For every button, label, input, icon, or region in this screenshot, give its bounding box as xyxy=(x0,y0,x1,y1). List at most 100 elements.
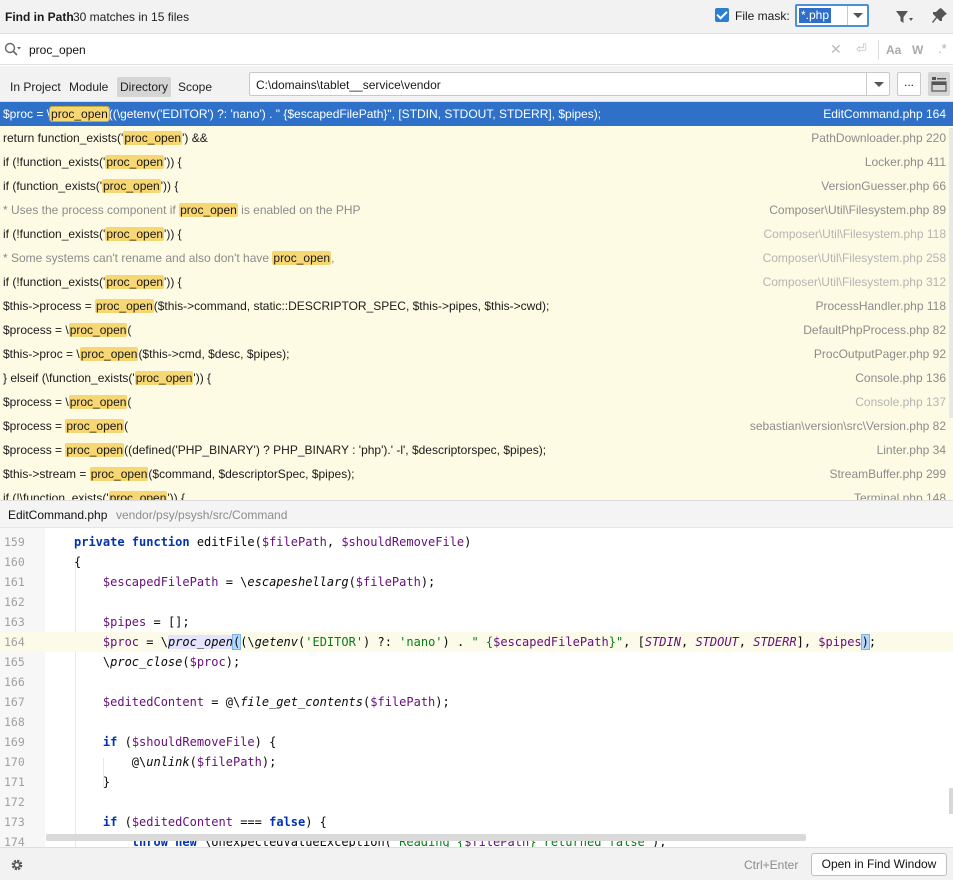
result-code: if (!function_exists('proc_open')) { xyxy=(3,222,182,246)
editor-horizontal-scrollbar[interactable] xyxy=(46,834,806,841)
result-row[interactable]: if (function_exists('proc_open')) {Versi… xyxy=(0,174,953,198)
result-file: Linter.php 34 xyxy=(876,443,946,457)
result-row[interactable]: $this->stream = proc_open($command, $des… xyxy=(0,462,953,486)
browse-button[interactable]: ... xyxy=(897,72,921,96)
line-number: 171 xyxy=(4,775,25,789)
result-row[interactable]: return function_exists('proc_open') && Pa… xyxy=(0,126,953,150)
preview-header: EditCommand.php vendor/psy/psysh/src/Com… xyxy=(0,500,953,528)
result-code-suffix: ($this->cmd, $desc, $pipes); xyxy=(138,347,290,361)
tab-in-project[interactable]: In Project xyxy=(7,77,64,97)
chevron-down-icon[interactable] xyxy=(853,13,863,18)
result-code-prefix: $process = \ xyxy=(3,395,69,409)
filter-icon[interactable] xyxy=(895,9,913,25)
line-number: 174 xyxy=(4,835,25,847)
result-file: Console.php 137 xyxy=(855,395,946,409)
result-code-prefix: $proc = \ xyxy=(3,107,51,121)
file-mask-checkbox[interactable] xyxy=(715,8,729,22)
find-header: Find in Path 30 matches in 15 files File… xyxy=(0,0,953,34)
line-number: 169 xyxy=(4,735,25,749)
result-code-suffix: ')) { xyxy=(164,155,182,169)
match-highlight: proc_open xyxy=(123,131,183,145)
scope-bar: In Project Module Directory Scope C:\dom… xyxy=(0,66,953,102)
result-row[interactable]: $process = proc_open((defined('PHP_BINAR… xyxy=(0,438,953,462)
result-code: $proc = \proc_open((\getenv('EDITOR') ?:… xyxy=(3,102,601,126)
match-count: 30 matches in 15 files xyxy=(73,10,190,24)
result-file: Composer\Util\Filesystem.php 312 xyxy=(762,275,946,289)
code-line: 166 xyxy=(0,672,953,692)
result-row[interactable]: $process = \proc_open(Console.php 137 xyxy=(0,390,953,414)
directory-path[interactable]: C:\domains\tablet__service\vendor xyxy=(256,78,441,92)
code-text: } xyxy=(74,775,111,789)
open-in-find-window-button[interactable]: Open in Find Window xyxy=(811,853,947,876)
result-code-suffix: ((\getenv('EDITOR') ?: 'nano') . " {$esc… xyxy=(108,107,602,121)
line-number: 173 xyxy=(4,815,25,829)
code-text: $pipes = []; xyxy=(102,615,190,629)
match-highlight: proc_open xyxy=(102,179,161,193)
tab-module[interactable]: Module xyxy=(66,77,111,97)
result-row[interactable]: if (!\function_exists('proc_open')) {Ter… xyxy=(0,486,953,500)
file-mask-combobox[interactable]: *.php xyxy=(795,4,869,27)
code-line: 161 $escapedFilePath = \escapeshellarg($… xyxy=(0,572,953,592)
gear-icon[interactable] xyxy=(9,857,25,873)
line-number: 172 xyxy=(4,795,25,809)
result-code: * Some systems can't rename and also don… xyxy=(3,246,334,270)
match-highlight: proc_open xyxy=(89,467,149,481)
result-code-prefix: if (function_exists(' xyxy=(3,179,102,193)
result-code-suffix: ')) { xyxy=(167,491,186,500)
editor-scrollbar[interactable] xyxy=(949,788,953,814)
line-number: 159 xyxy=(4,535,25,549)
result-row[interactable]: $this->process = proc_open($this->comman… xyxy=(0,294,953,318)
result-row[interactable]: * Some systems can't rename and also don… xyxy=(0,246,953,270)
result-code: $process = proc_open( xyxy=(3,414,128,438)
result-code: $this->proc = \proc_open($this->cmd, $de… xyxy=(3,342,290,366)
code-line: 167 $editedContent = @\file_get_contents… xyxy=(0,692,953,712)
result-file: VersionGuesser.php 66 xyxy=(821,179,946,193)
match-case-toggle[interactable]: Aa xyxy=(886,43,901,57)
result-code-suffix: , xyxy=(331,251,335,265)
pin-icon[interactable] xyxy=(932,7,948,25)
clear-icon[interactable]: ✕ xyxy=(830,41,842,58)
result-row[interactable]: if (!function_exists('proc_open')) { Comp… xyxy=(0,270,953,294)
match-highlight: proc_open xyxy=(105,275,165,289)
file-mask-label: File mask: xyxy=(735,9,790,23)
result-file: Console.php 136 xyxy=(855,371,946,385)
result-code-suffix: ($command, $descriptorSpec, $pipes); xyxy=(148,467,355,481)
result-row[interactable]: } elseif (\function_exists('proc_open'))… xyxy=(0,366,953,390)
chevron-down-icon[interactable] xyxy=(874,82,884,87)
result-code: if (!function_exists('proc_open')) { xyxy=(3,270,182,294)
tab-directory[interactable]: Directory xyxy=(117,77,172,97)
results-list: $proc = \ proc_open ((\getenv('EDITOR') ?:… xyxy=(0,102,953,500)
result-row[interactable]: $this->proc = \proc_open($this->cmd, $de… xyxy=(0,342,953,366)
preview-layout-icon[interactable] xyxy=(928,72,950,96)
match-highlight: proc_open xyxy=(68,323,128,337)
tab-scope[interactable]: Scope xyxy=(175,77,215,97)
result-code-prefix: $this->process = xyxy=(3,299,96,313)
search-input[interactable]: proc_open xyxy=(29,43,86,57)
result-row[interactable]: if (!function_exists('proc_open')) {Comp… xyxy=(0,222,953,246)
code-preview[interactable]: 159 private function editFile($filePath, … xyxy=(0,528,953,847)
code-line: 171 } xyxy=(0,772,953,792)
match-highlight: proc_open xyxy=(79,347,139,361)
new-line-icon[interactable]: ⏎ xyxy=(856,41,867,57)
regex-toggle[interactable]: .* xyxy=(938,41,947,56)
result-code-prefix: $this->stream = xyxy=(3,467,90,481)
search-icon[interactable] xyxy=(4,42,22,58)
result-code-suffix: ((defined('PHP_BINARY') ? PHP_BINARY : '… xyxy=(124,443,547,457)
result-row[interactable]: * Uses the process component if proc_ope… xyxy=(0,198,953,222)
file-mask-value[interactable]: *.php xyxy=(799,8,832,23)
result-row[interactable]: if (!function_exists('proc_open')) {Lock… xyxy=(0,150,953,174)
directory-combobox[interactable]: C:\domains\tablet__service\vendor xyxy=(249,72,890,96)
result-code-suffix: ')) { xyxy=(164,275,182,289)
result-code: } elseif (\function_exists('proc_open'))… xyxy=(3,366,211,390)
match-highlight: proc_open xyxy=(105,155,165,169)
code-line: 170 @\unlink($filePath); xyxy=(0,752,953,772)
results-scrollbar[interactable] xyxy=(949,128,953,418)
result-file: PathDownloader.php 220 xyxy=(811,131,946,145)
result-row[interactable]: $process = proc_open(sebastian\version\s… xyxy=(0,414,953,438)
whole-words-toggle[interactable]: W xyxy=(912,43,923,57)
code-text: private function editFile($filePath, $sh… xyxy=(74,535,472,549)
result-code: $this->process = proc_open($this->comman… xyxy=(3,294,549,318)
result-row[interactable]: $process = \proc_open(DefaultPhpProcess.… xyxy=(0,318,953,342)
result-row[interactable]: $proc = \proc_open((\getenv('EDITOR') ?:… xyxy=(0,102,953,126)
code-line: 165 \proc_close($proc); xyxy=(0,652,953,672)
